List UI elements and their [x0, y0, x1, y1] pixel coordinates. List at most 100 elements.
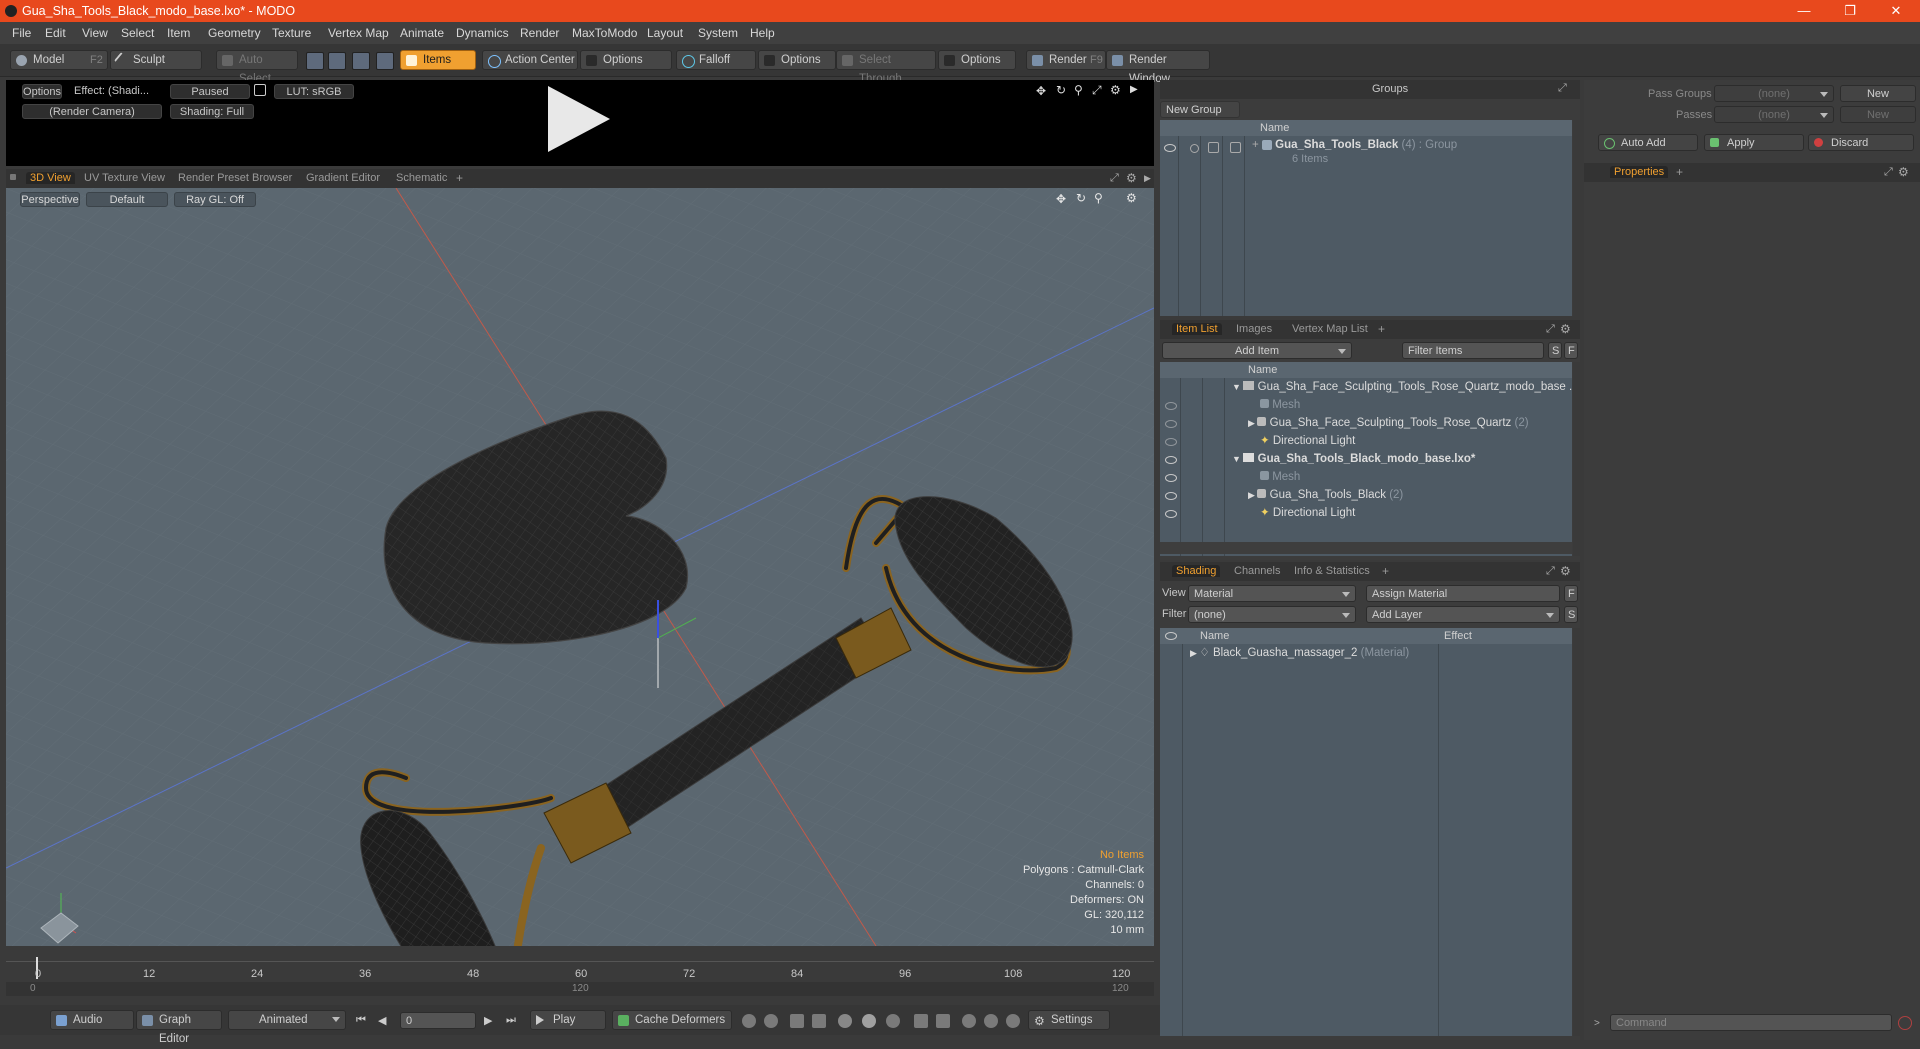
view-dropdown[interactable]: Material	[1188, 585, 1356, 602]
expand-arrow-icon[interactable]: ▶	[1248, 490, 1257, 500]
pan-icon[interactable]: ✥	[1056, 192, 1066, 206]
sculpt-mode-button[interactable]: Sculpt	[110, 50, 202, 70]
gear-icon[interactable]: ⚙	[1560, 564, 1571, 578]
tab-3d-view[interactable]: 3D View	[26, 172, 75, 184]
group-row[interactable]: + Gua_Sha_Tools_Black (4) : Group	[1252, 136, 1457, 154]
maximize-panel-icon[interactable]: ⤢	[1110, 172, 1119, 185]
visibility-eye-icon[interactable]	[1165, 420, 1177, 428]
s-toggle-button[interactable]: S	[1548, 342, 1562, 359]
action-center-options-button[interactable]: Options	[580, 50, 672, 70]
menu-help[interactable]: Help	[750, 26, 775, 40]
close-button[interactable]: ✕	[1873, 0, 1919, 22]
falloff-button[interactable]: Falloff	[676, 50, 756, 70]
action-center-button[interactable]: Action Center	[482, 50, 578, 70]
polygons-select-icon[interactable]	[352, 52, 370, 70]
tab-render-preset-browser[interactable]: Render Preset Browser	[178, 172, 292, 184]
visibility-eye-icon[interactable]	[1165, 492, 1177, 500]
menu-vertex-map[interactable]: Vertex Map	[328, 26, 389, 40]
lock-icon[interactable]	[254, 84, 266, 96]
visibility-eye-icon[interactable]	[1164, 144, 1176, 152]
maximize-panel-icon[interactable]: ⤢	[1546, 323, 1555, 336]
gear-icon[interactable]: ⚙	[1898, 165, 1909, 179]
add-tab-icon[interactable]: +	[1382, 564, 1389, 578]
select-through-button[interactable]: Select Through	[836, 50, 936, 85]
add-tab-icon[interactable]: +	[1378, 322, 1385, 336]
default-style-dropdown[interactable]: Default	[86, 192, 168, 207]
lock-toggle-icon[interactable]	[1208, 142, 1219, 153]
tab-uv-texture-view[interactable]: UV Texture View	[84, 172, 165, 184]
expand-arrow-icon[interactable]: ▶	[1144, 173, 1151, 184]
maximize-panel-icon[interactable]: ⤢	[1546, 565, 1555, 578]
f-toggle-button[interactable]: F	[1564, 342, 1578, 359]
frame-input[interactable]: 0	[400, 1012, 476, 1029]
minimize-button[interactable]: —	[1781, 0, 1827, 22]
tab-images[interactable]: Images	[1236, 323, 1272, 335]
edges-select-icon[interactable]	[328, 52, 346, 70]
timeline[interactable]: 0 12 24 36 48 60 72 84 96 108 120 0 120 …	[6, 955, 1154, 999]
link-icon[interactable]	[984, 1014, 998, 1028]
menu-dynamics[interactable]: Dynamics	[456, 26, 509, 40]
cache-deformers-button[interactable]: Cache Deformers	[612, 1010, 732, 1030]
gear-icon[interactable]: ⚙	[1126, 191, 1137, 205]
shader-scrollbar[interactable]	[1573, 628, 1580, 1036]
list-item[interactable]: ▼ Gua_Sha_Face_Sculpting_Tools_Rose_Quar…	[1232, 378, 1572, 396]
list-item[interactable]: ▼ Gua_Sha_Tools_Black_modo_base.lxo*	[1232, 450, 1475, 468]
skip-to-start-icon[interactable]: ⏮	[356, 1014, 366, 1027]
visibility-eye-icon[interactable]	[1165, 632, 1177, 640]
command-input[interactable]: Command	[1610, 1014, 1892, 1031]
key-options-icon[interactable]	[886, 1014, 900, 1028]
prev-key-icon[interactable]	[790, 1014, 804, 1028]
menu-item[interactable]: Item	[167, 26, 190, 40]
tab-vertex-map-list[interactable]: Vertex Map List	[1292, 323, 1368, 335]
fit-icon[interactable]: ⤢	[1092, 83, 1102, 98]
rotate-icon[interactable]: ↻	[1056, 83, 1066, 97]
visibility-eye-icon[interactable]	[1165, 456, 1177, 464]
gear-icon[interactable]: ⚙	[1126, 171, 1137, 185]
tab-shading[interactable]: Shading	[1172, 565, 1221, 577]
menu-texture[interactable]: Texture	[272, 26, 311, 40]
collapse-arrow-icon[interactable]: ▼	[1232, 382, 1243, 392]
auto-key-icon[interactable]	[764, 1014, 778, 1028]
list-item[interactable]: ▶ Gua_Sha_Tools_Black (2)	[1248, 486, 1403, 504]
item-list-tree[interactable]: Name ▼ Gua_Sha_Face_Sculpting_Tools_Rose…	[1160, 362, 1572, 556]
maximize-panel-icon[interactable]: ⤢	[1884, 166, 1893, 179]
preview-paused-button[interactable]: Paused	[170, 84, 250, 99]
rotate-icon[interactable]: ↻	[1076, 191, 1086, 205]
list-item[interactable]: Mesh	[1260, 468, 1300, 486]
preview-effect-dropdown[interactable]: Effect: (Shadi...	[74, 84, 164, 99]
menu-file[interactable]: File	[12, 26, 31, 40]
item-list-scrollbar[interactable]	[1573, 362, 1580, 556]
raygl-dropdown[interactable]: Ray GL: Off	[174, 192, 256, 207]
items-mode-button[interactable]: Items	[400, 50, 476, 70]
add-tab-icon[interactable]: +	[1676, 165, 1683, 179]
groups-scrollbar[interactable]	[1573, 120, 1580, 316]
zoom-icon[interactable]: ⚲	[1094, 191, 1103, 205]
apply-button[interactable]: Apply	[1704, 134, 1804, 151]
audio-button[interactable]: Audio	[50, 1010, 134, 1030]
pass-groups-dropdown[interactable]: (none)	[1714, 85, 1834, 102]
settings-button[interactable]: ⚙ Settings	[1028, 1010, 1110, 1030]
visibility-eye-icon[interactable]	[1165, 438, 1177, 446]
gear-icon[interactable]: ⚙	[1560, 322, 1571, 336]
menu-view[interactable]: View	[82, 26, 108, 40]
skip-key-back-icon[interactable]	[914, 1014, 928, 1028]
visibility-eye-icon[interactable]	[1165, 402, 1177, 410]
graph-editor-button[interactable]: Graph Editor	[136, 1010, 222, 1045]
tab-schematic[interactable]: Schematic	[396, 172, 447, 184]
auto-select-button[interactable]: Auto Select	[216, 50, 298, 85]
menu-render[interactable]: Render	[520, 26, 559, 40]
new-group-button[interactable]: New Group	[1160, 101, 1240, 118]
menu-layout[interactable]: Layout	[647, 26, 683, 40]
channel-icon[interactable]	[962, 1014, 976, 1028]
animated-dropdown[interactable]: Animated	[228, 1010, 346, 1030]
step-forward-icon[interactable]: ▶	[484, 1014, 492, 1027]
skip-key-forward-icon[interactable]	[936, 1014, 950, 1028]
expand-plus-icon[interactable]: +	[1252, 139, 1262, 151]
vertices-select-icon[interactable]	[306, 52, 324, 70]
passes-dropdown[interactable]: (none)	[1714, 106, 1834, 123]
step-back-icon[interactable]: ◀	[378, 1014, 386, 1027]
render-camera-dropdown[interactable]: (Render Camera)	[22, 104, 162, 119]
menu-select[interactable]: Select	[121, 26, 154, 40]
expand-arrow-icon[interactable]: ▶	[1190, 648, 1199, 658]
list-item[interactable]: ✦ Directional Light	[1260, 432, 1355, 450]
